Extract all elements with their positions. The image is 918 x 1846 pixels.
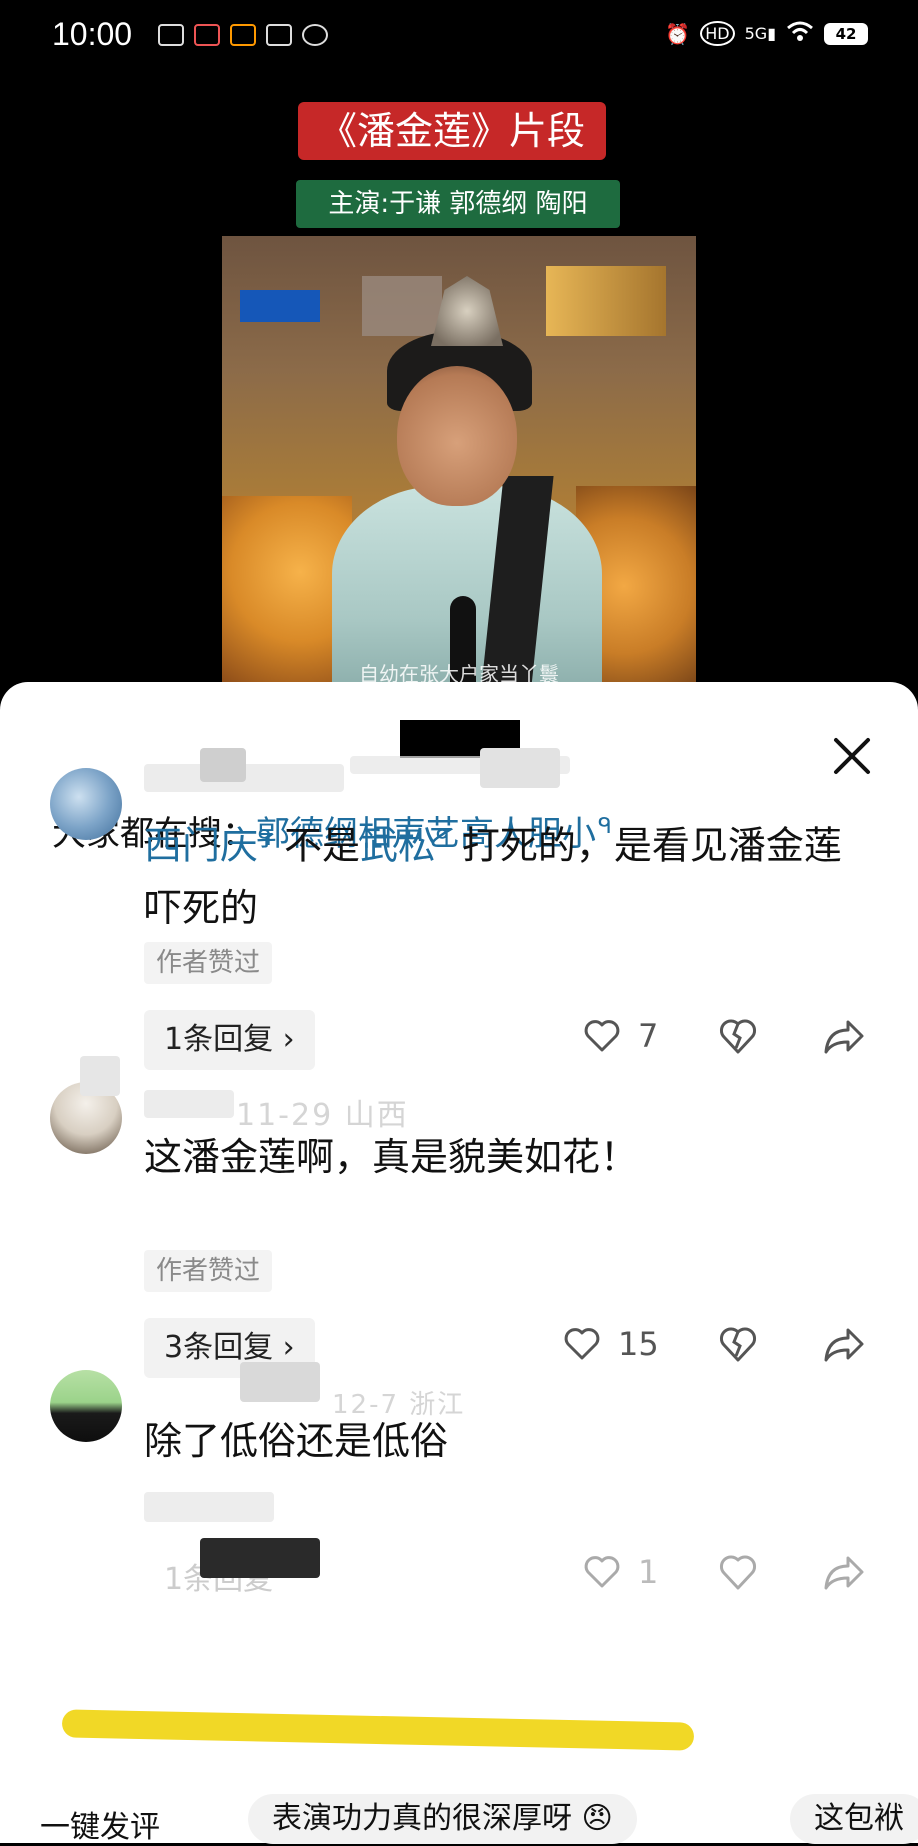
- search-icon: ᑫ: [435, 826, 450, 851]
- dislike-button[interactable]: [716, 1014, 760, 1058]
- comment-sheet: 大家都在搜：郭德纲相声艺高人胆小ᑫ 西门庆ᑫ 不是武松ᑫ 打死的，是看见潘金莲吓…: [0, 682, 918, 1843]
- comment-text-part: 不是: [283, 823, 360, 868]
- quick-comment-label[interactable]: 一键发评: [40, 1802, 160, 1846]
- avatar-image: [50, 1370, 122, 1442]
- broken-heart-icon: [719, 1019, 757, 1054]
- avatar[interactable]: [50, 1370, 122, 1442]
- like-button[interactable]: 1: [582, 1552, 658, 1592]
- keyword-link[interactable]: 西门庆: [144, 824, 258, 868]
- dislike-button[interactable]: [716, 1550, 760, 1594]
- status-time: 10:00: [52, 16, 133, 52]
- author-liked-badge: 作者赞过: [144, 942, 273, 984]
- alarm-icon: ⏰: [665, 21, 691, 46]
- comment-text: 除了低俗还是低俗: [144, 1419, 449, 1463]
- search-icon: ᑫ: [258, 826, 272, 851]
- share-button[interactable]: [822, 1550, 866, 1594]
- broken-heart-icon: [719, 1327, 757, 1362]
- redacted-username: [80, 1056, 120, 1096]
- wifi-icon: [786, 20, 814, 47]
- vivo-app-icon: [158, 24, 184, 46]
- heart-icon: [584, 1556, 620, 1588]
- performer-face: [397, 366, 517, 506]
- app-icon-2: [194, 24, 220, 46]
- keyword-link[interactable]: 武松: [360, 824, 436, 868]
- like-button[interactable]: 7: [582, 1016, 658, 1056]
- quick-comment-text: 这包袱: [814, 1801, 904, 1836]
- close-icon: [834, 738, 870, 774]
- mosaic-patch: [240, 290, 320, 322]
- heart-icon: [584, 1020, 620, 1052]
- dislike-button[interactable]: [716, 1322, 760, 1366]
- avatar[interactable]: [50, 768, 122, 840]
- share-button[interactable]: [822, 1014, 866, 1058]
- redacted-username: [240, 1362, 320, 1402]
- share-icon: [824, 1556, 864, 1590]
- 5g-signal-icon: 5G▮: [744, 24, 776, 43]
- status-indicators: ⏰ HD 5G▮ 42: [665, 20, 868, 47]
- weibo-icon: [230, 24, 256, 46]
- author-badge-blur: [144, 1492, 274, 1522]
- reply-count: 3条回复: [164, 1330, 274, 1365]
- share-button[interactable]: [822, 1322, 866, 1366]
- stage-decor-top: [546, 266, 666, 336]
- like-count: 15: [618, 1325, 659, 1363]
- broken-heart-icon: [719, 1555, 757, 1590]
- app-icon-4: [266, 24, 292, 46]
- author-liked-badge: 作者赞过: [144, 1250, 273, 1292]
- mosaic-patch-2: [362, 276, 442, 336]
- heart-icon: [564, 1328, 600, 1360]
- quick-comment-bar: 一键发评 表演功力真的很深厚呀 😠 这包袱: [0, 1794, 918, 1845]
- reply-count: 1条回复: [164, 1022, 274, 1057]
- highlight-annotation: [61, 1709, 695, 1751]
- close-button[interactable]: [830, 734, 874, 778]
- status-bar: 10:00 ⏰ HD 5G▮ 42: [0, 0, 918, 76]
- comment-meta: 11-29 山西: [236, 1098, 409, 1133]
- video-player[interactable]: 自幼在张大户家当丫鬟: [222, 236, 696, 686]
- share-icon: [824, 1328, 864, 1362]
- like-button[interactable]: 15: [562, 1324, 659, 1364]
- like-count: 7: [638, 1017, 659, 1055]
- video-title: 《潘金莲》片段: [298, 102, 606, 160]
- link-icon: [302, 24, 328, 46]
- quick-comment-chip[interactable]: 这包袱: [790, 1794, 918, 1844]
- view-replies-button[interactable]: 1条回复 ›: [144, 1010, 315, 1070]
- username-blur: [144, 1090, 234, 1118]
- like-count: 1: [638, 1553, 659, 1591]
- hd-icon: HD: [700, 21, 735, 46]
- avatar-image: [50, 768, 122, 840]
- emoji-icon: 😠: [581, 1801, 613, 1836]
- battery-indicator: 42: [824, 22, 868, 45]
- status-app-icons: [158, 24, 328, 46]
- redacted-meta: [480, 748, 560, 788]
- comment-text: 这潘金莲啊，真是貌美如花！: [144, 1135, 639, 1179]
- comment-text: 西门庆ᑫ 不是武松ᑫ 打死的，是看见潘金莲吓死的: [144, 808, 844, 939]
- video-cast: 主演:于谦 郭德纲 陶阳: [296, 180, 620, 228]
- quick-comment-text: 表演功力真的很深厚呀: [272, 1801, 572, 1836]
- redacted-username: [200, 748, 246, 782]
- chevron-right-icon: ›: [282, 1022, 295, 1057]
- chevron-right-icon: ›: [282, 1330, 295, 1365]
- share-icon: [824, 1020, 864, 1054]
- chevron-right-icon: 1: [164, 1562, 184, 1597]
- redacted-reply-count: [200, 1538, 320, 1578]
- quick-comment-chip[interactable]: 表演功力真的很深厚呀 😠: [248, 1794, 637, 1844]
